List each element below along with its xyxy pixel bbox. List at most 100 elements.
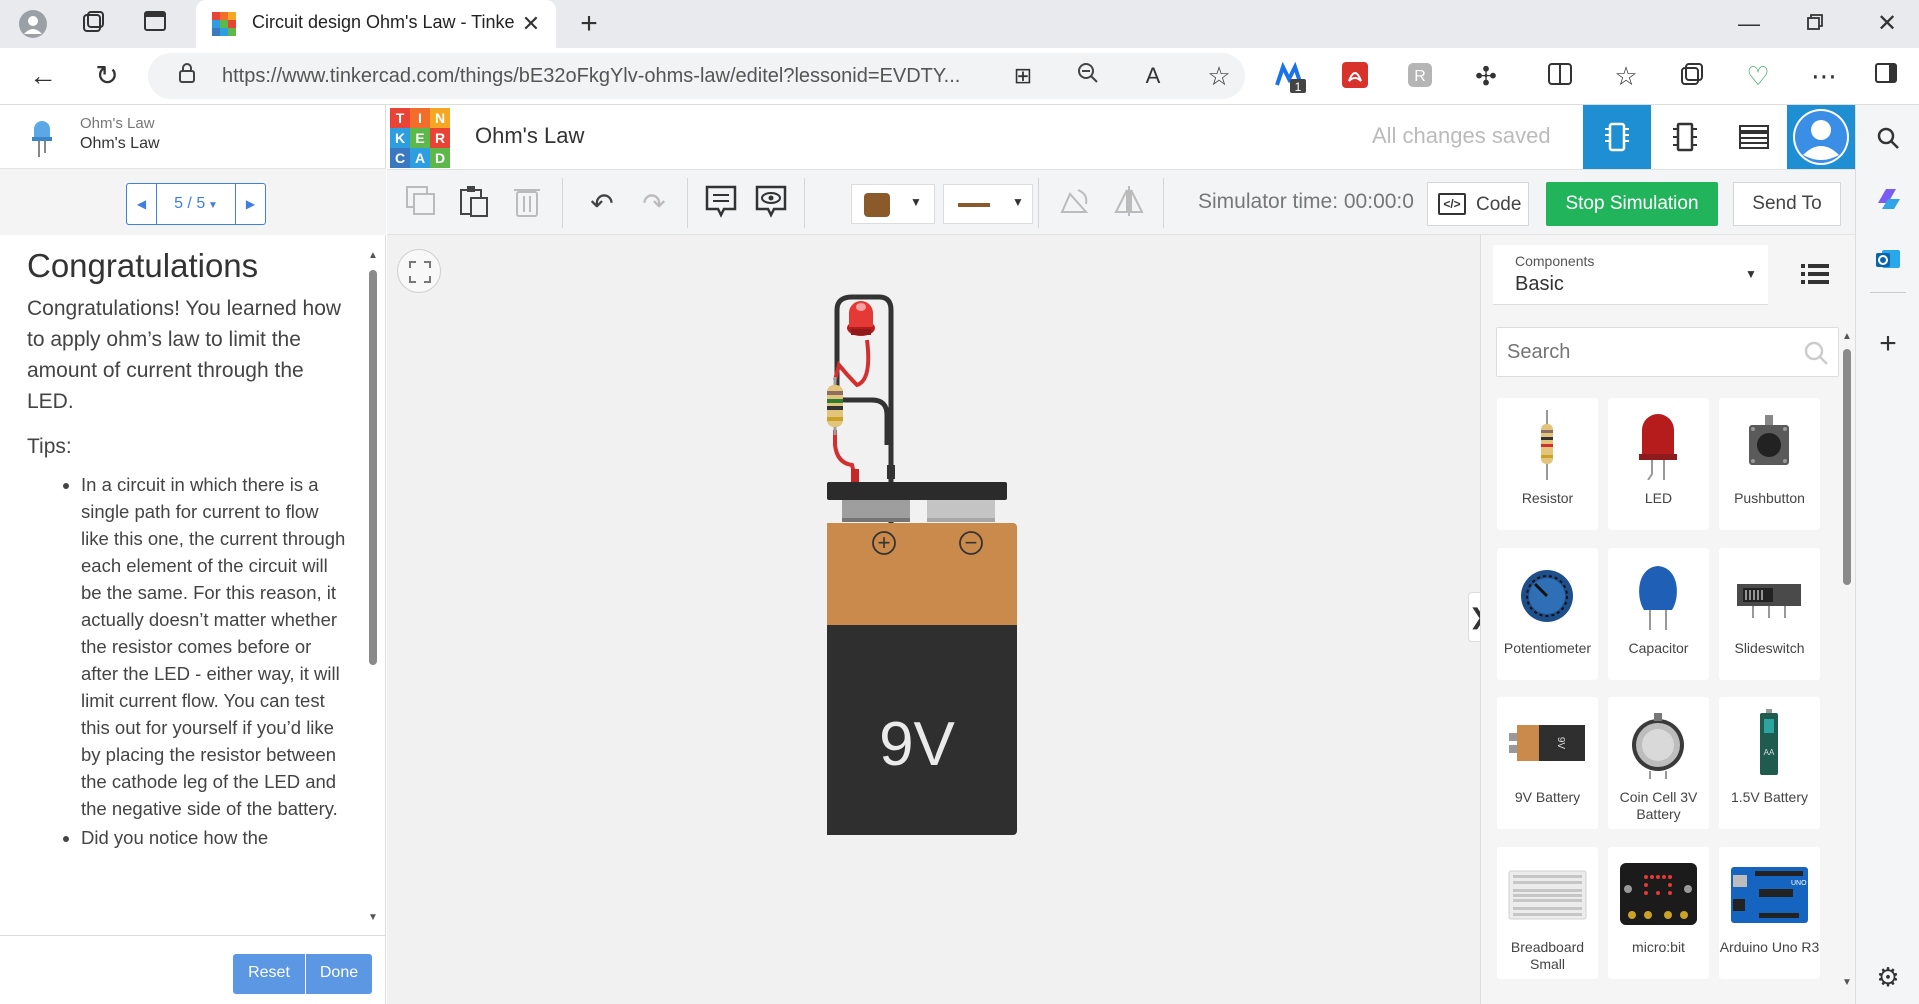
design-title[interactable]: Ohm's Law [475, 123, 584, 149]
redo-icon[interactable]: ↷ [634, 184, 674, 224]
send-to-button[interactable]: Send To [1733, 182, 1841, 226]
circuit-view-icon [1605, 122, 1629, 152]
code-icon: </> [1438, 193, 1466, 215]
component-search[interactable] [1496, 327, 1839, 377]
add-sidebar-app-icon[interactable]: + [1873, 329, 1903, 359]
zoom-to-fit-button[interactable] [397, 249, 441, 293]
scroll-down-icon[interactable]: ▼ [368, 912, 378, 923]
component-card-breadboard[interactable]: Breadboard Small [1497, 847, 1598, 979]
search-input[interactable] [1507, 338, 1787, 366]
led-component[interactable] [847, 301, 875, 336]
lesson-name: Ohm's Law [80, 135, 160, 152]
prev-step-button[interactable]: ◀ [127, 184, 157, 224]
flip-icon[interactable] [1109, 184, 1149, 224]
component-card-coin-cell[interactable]: Coin Cell 3V Battery [1608, 697, 1709, 829]
close-tab-icon[interactable]: ✕ [516, 9, 546, 39]
zoom-out-icon[interactable] [1073, 61, 1103, 91]
delete-icon[interactable] [507, 184, 547, 224]
profile-icon[interactable] [18, 9, 48, 39]
tinkercad-logo[interactable]: T I N K E R C A D [390, 108, 450, 168]
component-card-slideswitch[interactable]: Slideswitch [1719, 548, 1820, 680]
notes-visibility-icon[interactable] [751, 184, 791, 224]
address-bar[interactable]: https://www.tinkercad.com/things/bE32oFk… [148, 53, 1245, 99]
undo-icon[interactable]: ↶ [582, 184, 622, 224]
scrollbar-thumb[interactable] [369, 270, 377, 665]
component-card-1-5v-battery[interactable]: AA 1.5V Battery [1719, 697, 1820, 829]
battery-9v[interactable] [827, 482, 1017, 835]
step-selector[interactable]: 5 / 5 ▼ [157, 184, 235, 224]
scrollbar-thumb[interactable] [1843, 349, 1851, 585]
red-wire[interactable] [833, 339, 871, 388]
browser-essentials-icon[interactable]: ♡ [1743, 61, 1773, 91]
components-dropdown[interactable]: Components Basic ▼ [1493, 245, 1768, 305]
favorites-icon[interactable]: ☆ [1611, 61, 1641, 91]
components-scrollbar[interactable]: ▲ ▼ [1841, 331, 1853, 997]
read-aloud-icon[interactable]: A [1138, 61, 1168, 91]
wire-type-picker[interactable]: ▼ [943, 184, 1033, 224]
active-tab[interactable]: Circuit design Ohm's Law - Tinke ✕ [196, 0, 556, 48]
favorite-star-icon[interactable]: ☆ [1204, 61, 1234, 91]
scroll-down-icon[interactable]: ▼ [1842, 977, 1852, 988]
negative-probe[interactable] [887, 465, 895, 479]
circuit-workplane[interactable]: + − 9V [387, 235, 1480, 1004]
close-window-icon[interactable]: ✕ [1872, 9, 1902, 39]
positive-probe[interactable] [851, 469, 859, 483]
minimize-icon[interactable]: — [1734, 9, 1764, 39]
vertical-tabs-icon[interactable] [140, 9, 170, 39]
back-icon[interactable]: ← [28, 61, 58, 91]
outlook-icon[interactable] [1873, 245, 1903, 275]
sidebar-toggle-icon[interactable] [1871, 61, 1901, 91]
lock-icon[interactable] [172, 61, 202, 91]
rotate-icon[interactable] [1055, 184, 1095, 224]
split-screen-icon[interactable] [1545, 61, 1575, 91]
component-card-led[interactable]: LED [1608, 398, 1709, 530]
workspaces-icon[interactable] [78, 9, 108, 39]
scroll-up-icon[interactable]: ▲ [1842, 331, 1852, 342]
component-card-resistor[interactable]: Resistor [1497, 398, 1598, 530]
more-options-icon[interactable]: ⋯ [1809, 61, 1839, 91]
notes-icon[interactable] [701, 184, 741, 224]
collections-icon[interactable] [1677, 61, 1707, 91]
lesson-scrollbar[interactable]: ▲ ▼ [367, 250, 379, 930]
component-card-microbit[interactable]: micro:bit [1608, 847, 1709, 979]
component-card-capacitor[interactable]: Capacitor [1608, 548, 1709, 680]
paste-icon[interactable] [454, 184, 494, 224]
stop-simulation-button[interactable]: Stop Simulation [1546, 182, 1718, 226]
search-icon[interactable] [1803, 340, 1829, 366]
next-step-button[interactable]: ▶ [235, 184, 265, 224]
sidebar-settings-icon[interactable]: ⚙ [1873, 962, 1903, 992]
search-icon[interactable] [1873, 125, 1903, 155]
list-view-icon[interactable] [1801, 263, 1829, 285]
logo-letter: R [430, 128, 450, 148]
extension-m-icon[interactable]: 1 [1274, 61, 1306, 94]
done-button[interactable]: Done [306, 954, 372, 994]
component-card-potentiometer[interactable]: Potentiometer [1497, 548, 1598, 680]
extension-r-icon[interactable]: R [1405, 61, 1435, 91]
component-card-pushbutton[interactable]: Pushbutton [1719, 398, 1820, 530]
resistor-component[interactable] [827, 377, 843, 435]
copilot-icon[interactable] [1873, 185, 1903, 215]
schematic-view-icon [1673, 122, 1697, 152]
toolbar-separator [687, 178, 688, 228]
schematic-view-button[interactable] [1651, 105, 1719, 169]
refresh-icon[interactable]: ↻ [92, 61, 122, 91]
user-avatar[interactable] [1787, 105, 1855, 169]
scroll-up-icon[interactable]: ▲ [368, 250, 378, 261]
reset-button[interactable]: Reset [233, 954, 305, 994]
lesson-pager: ◀ 5 / 5 ▼ ▶ [126, 183, 266, 225]
pdf-extension-icon[interactable] [1340, 61, 1370, 91]
color-picker[interactable]: ▼ [851, 184, 935, 224]
chevron-down-icon: ▼ [1745, 267, 1757, 281]
restore-icon[interactable] [1800, 9, 1830, 39]
circuit-view-button[interactable] [1583, 105, 1651, 169]
copy-icon[interactable] [401, 184, 441, 224]
component-label: Slideswitch [1734, 640, 1805, 656]
new-tab-icon[interactable]: + [574, 9, 604, 39]
code-button[interactable]: </> Code [1427, 182, 1529, 226]
extensions-puzzle-icon[interactable]: ✣ [1471, 61, 1501, 91]
toolbar-separator [1163, 178, 1164, 228]
component-list-view-button[interactable] [1719, 105, 1787, 169]
app-available-icon[interactable]: ⊞ [1008, 61, 1038, 91]
component-card-arduino[interactable]: UNO Arduino Uno R3 [1719, 847, 1820, 979]
component-card-9v-battery[interactable]: 9V 9V Battery [1497, 697, 1598, 829]
